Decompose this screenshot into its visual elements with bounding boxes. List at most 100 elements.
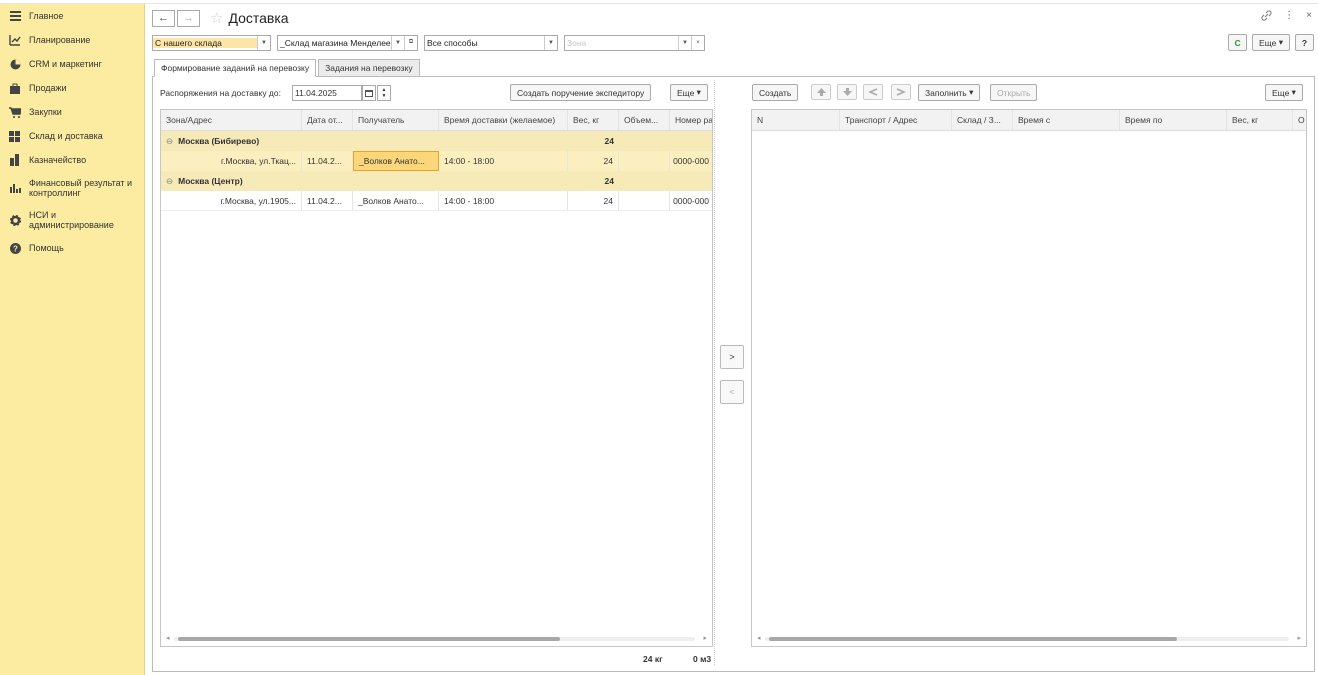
column-header[interactable]: Склад / З... bbox=[952, 110, 1013, 130]
forward-button[interactable]: → bbox=[177, 9, 200, 27]
date-label: Распоряжения на доставку до: bbox=[160, 88, 281, 98]
sidebar-item-label: Помощь bbox=[29, 243, 64, 253]
sidebar-item-crm[interactable]: CRM и маркетинг bbox=[0, 52, 144, 76]
column-header[interactable]: Дата от... bbox=[302, 110, 353, 130]
horizontal-scrollbar[interactable]: ◂ ▸ bbox=[164, 634, 709, 642]
sidebar-item-warehouse[interactable]: Склад и доставка bbox=[0, 124, 144, 148]
clear-icon[interactable]: × bbox=[691, 35, 704, 50]
left-more-button[interactable]: Еще ▾ bbox=[670, 84, 708, 101]
column-header[interactable]: Транспорт / Адрес bbox=[840, 110, 952, 130]
help-button[interactable]: ? bbox=[1295, 34, 1314, 51]
favorite-star-icon[interactable]: ☆ bbox=[210, 9, 223, 27]
number-cell: 0000-000 bbox=[673, 195, 709, 206]
zone-placeholder: Зона bbox=[567, 37, 587, 48]
column-header[interactable]: Вес, кг bbox=[568, 110, 619, 130]
date-input[interactable]: 11.04.2025 bbox=[292, 85, 362, 101]
sidebar-item-help[interactable]: ? Помощь bbox=[0, 236, 144, 260]
create-expeditor-order-button[interactable]: Создать поручение экспедитору bbox=[510, 84, 652, 101]
more-label: Еще bbox=[1259, 37, 1277, 48]
right-more-button[interactable]: Еще ▾ bbox=[1265, 84, 1303, 101]
more-label: Еще bbox=[677, 87, 695, 98]
right-toolbar: C Еще ▾ ? bbox=[1228, 34, 1314, 51]
sidebar-item-finance[interactable]: Финансовый результат и контроллинг bbox=[0, 172, 144, 204]
chevron-down-icon[interactable]: ▼ bbox=[257, 35, 270, 50]
sidebar-item-label: Главное bbox=[29, 11, 64, 21]
svg-text:?: ? bbox=[13, 244, 18, 253]
table-group-row[interactable]: ⊖ Москва (Бибирево) 24 bbox=[161, 131, 712, 151]
column-header[interactable]: О bbox=[1293, 110, 1306, 130]
orders-table: Зона/Адрес Дата от... Получатель Время д… bbox=[160, 109, 713, 647]
spin-down-icon[interactable]: ▼ bbox=[382, 93, 387, 99]
sidebar-item-purchases[interactable]: Закупки bbox=[0, 100, 144, 124]
column-header[interactable]: Номер ра bbox=[670, 110, 712, 130]
scroll-right-icon[interactable]: ▸ bbox=[703, 634, 707, 642]
scroll-thumb[interactable] bbox=[178, 637, 560, 641]
move-down-icon[interactable] bbox=[837, 84, 857, 100]
chevron-down-icon[interactable]: ▼ bbox=[678, 35, 691, 50]
sidebar-item-planning[interactable]: Планирование bbox=[0, 28, 144, 52]
tab-formation[interactable]: Формирование заданий на перевозку bbox=[154, 59, 317, 77]
sidebar-item-main[interactable]: Главное bbox=[0, 4, 144, 28]
split-icon[interactable] bbox=[863, 84, 883, 100]
table-row[interactable]: г.Москва, ул.1905... 11.04.2... _Волков … bbox=[161, 191, 712, 211]
address-cell: г.Москва, ул.1905... bbox=[161, 191, 302, 210]
panel-divider[interactable] bbox=[714, 80, 715, 665]
date-cell: 11.04.2... bbox=[302, 151, 353, 171]
chevron-down-icon[interactable]: ▼ bbox=[544, 35, 557, 50]
column-header[interactable]: Вес, кг bbox=[1227, 110, 1293, 130]
date-spinner[interactable]: ▲ ▼ bbox=[377, 85, 391, 101]
link-icon[interactable] bbox=[1261, 10, 1272, 24]
horizontal-scrollbar[interactable]: ◂ ▸ bbox=[755, 634, 1303, 642]
open-button[interactable]: Открыть bbox=[990, 84, 1038, 101]
fill-label: Заполнить bbox=[925, 87, 967, 98]
time-cell: 14:00 - 18:00 bbox=[439, 191, 568, 210]
tab-transport-tasks[interactable]: Задания на перевозку bbox=[318, 59, 420, 77]
collapse-icon[interactable]: ⊖ bbox=[166, 136, 173, 147]
back-button[interactable]: ← bbox=[152, 9, 175, 27]
warehouse-select[interactable]: _Склад магазина Менделеева ▼ ⧉ bbox=[277, 34, 418, 51]
method-select[interactable]: Все способы ▼ bbox=[424, 34, 558, 51]
table-row[interactable]: г.Москва, ул.Ткац... 11.04.2... _Волков … bbox=[161, 151, 712, 171]
move-up-icon[interactable] bbox=[811, 84, 831, 100]
merge-icon[interactable] bbox=[891, 84, 911, 100]
volume-cell bbox=[619, 151, 670, 171]
column-header[interactable]: Время с bbox=[1013, 110, 1120, 130]
table-header: N Транспорт / Адрес Склад / З... Время с… bbox=[752, 110, 1306, 131]
column-header[interactable]: Зона/Адрес bbox=[161, 110, 302, 130]
more-button[interactable]: Еще ▾ bbox=[1252, 34, 1290, 51]
column-header[interactable]: Время доставки (желаемое) bbox=[439, 110, 568, 130]
sidebar-item-label: Планирование bbox=[29, 35, 91, 45]
scroll-left-icon[interactable]: ◂ bbox=[166, 634, 170, 642]
column-header[interactable]: Получатель bbox=[353, 110, 439, 130]
total-weight: 24 кг bbox=[643, 654, 663, 664]
scroll-right-icon[interactable]: ▸ bbox=[1297, 634, 1301, 642]
sidebar-item-label: Продажи bbox=[29, 83, 67, 93]
collapse-icon[interactable]: ⊖ bbox=[166, 176, 173, 187]
zone-select[interactable]: Зона ▼ × bbox=[564, 34, 705, 51]
more-icon[interactable]: ⋮ bbox=[1284, 10, 1294, 24]
open-icon[interactable]: ⧉ bbox=[404, 35, 417, 50]
planning-icon bbox=[8, 34, 22, 46]
calendar-icon[interactable] bbox=[362, 85, 376, 101]
chevron-down-icon: ▾ bbox=[1278, 37, 1283, 47]
warehouse-select-value: _Склад магазина Менделеева bbox=[280, 37, 391, 48]
source-select[interactable]: С нашего склада ▼ bbox=[152, 34, 271, 51]
column-header[interactable]: Время по bbox=[1120, 110, 1227, 130]
remove-from-task-button[interactable]: < bbox=[720, 380, 744, 404]
table-group-row[interactable]: ⊖ Москва (Центр) 24 bbox=[161, 171, 712, 191]
recipient-cell[interactable]: _Волков Анато... bbox=[353, 151, 439, 171]
create-button[interactable]: Создать bbox=[752, 84, 799, 101]
sidebar-item-admin[interactable]: НСИ и администрирование bbox=[0, 204, 144, 236]
column-header[interactable]: Объем... bbox=[619, 110, 670, 130]
sidebar-item-treasury[interactable]: Казначейство bbox=[0, 148, 144, 172]
scroll-thumb[interactable] bbox=[769, 637, 1177, 641]
add-to-task-button[interactable]: > bbox=[720, 345, 744, 369]
refresh-button[interactable]: C bbox=[1228, 34, 1248, 51]
scroll-left-icon[interactable]: ◂ bbox=[757, 634, 761, 642]
fill-button[interactable]: Заполнить ▾ bbox=[918, 84, 981, 101]
sidebar-item-label: CRM и маркетинг bbox=[29, 59, 102, 69]
chevron-down-icon[interactable]: ▼ bbox=[391, 35, 404, 50]
close-icon[interactable]: × bbox=[1306, 10, 1312, 24]
sidebar-item-sales[interactable]: Продажи bbox=[0, 76, 144, 100]
column-header[interactable]: N bbox=[752, 110, 840, 130]
